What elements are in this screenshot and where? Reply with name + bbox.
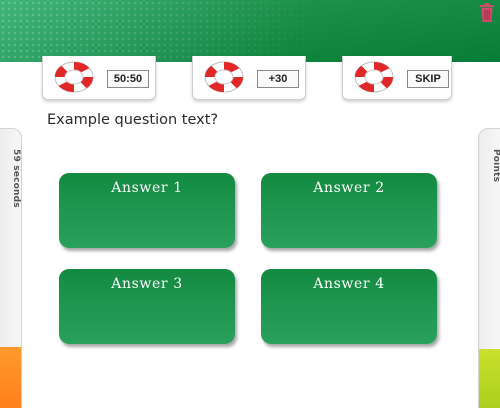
lifebuoy-icon [204,61,244,93]
lifeline-label: +30 [257,70,299,88]
lifeline-add-time-button[interactable]: +30 [192,56,306,100]
points-level-bar [479,349,500,408]
answer-label: Answer 4 [313,276,385,292]
trash-icon[interactable] [478,2,496,24]
lifeline-skip-button[interactable]: SKIP [342,56,452,100]
answer-1-button[interactable]: Answer 1 [59,173,235,248]
banner-shade [0,0,500,62]
question-text: Example question text? [47,112,219,128]
points-panel: Points [478,128,500,408]
timer-level-bar [0,346,21,408]
answer-3-button[interactable]: Answer 3 [59,269,235,344]
answer-label: Answer 1 [111,180,183,196]
lifeline-fifty-fifty-button[interactable]: 50:50 [42,56,156,100]
lifebuoy-icon [354,61,394,93]
quiz-screen: 50:50 +30 SKIP Example question text? 59… [0,0,500,408]
answer-2-button[interactable]: Answer 2 [261,173,437,248]
timer-label: 59 seconds [11,149,21,208]
lifeline-label: SKIP [407,70,449,88]
answer-4-button[interactable]: Answer 4 [261,269,437,344]
lifebuoy-icon [54,61,94,93]
points-label: Points [491,149,500,183]
answer-label: Answer 2 [313,180,385,196]
timer-panel: 59 seconds [0,128,22,408]
answer-label: Answer 3 [111,276,183,292]
lifeline-label: 50:50 [107,70,149,88]
top-banner [0,0,500,62]
